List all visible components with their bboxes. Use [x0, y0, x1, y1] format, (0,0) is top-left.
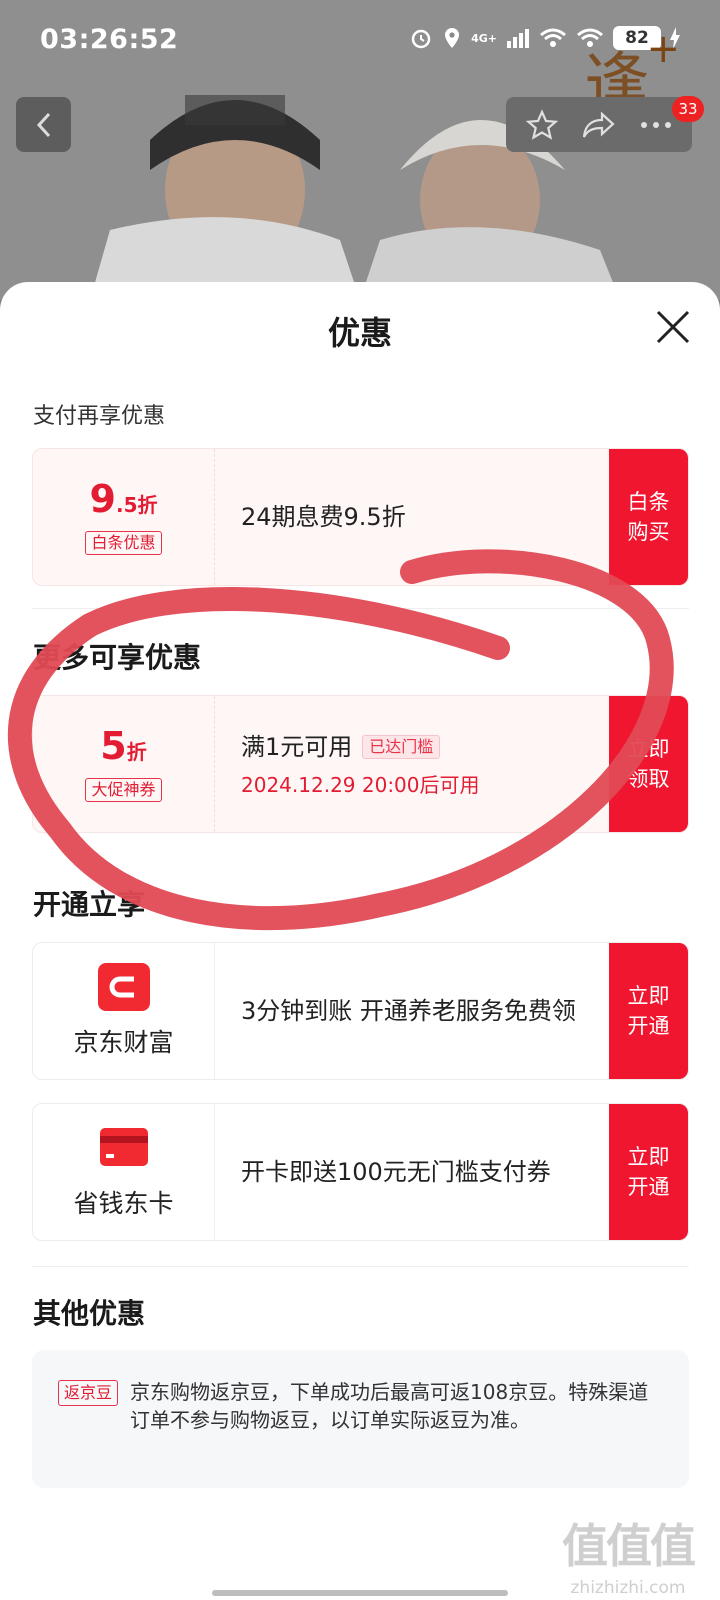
- baitiao-info: 24期息费9.5折: [215, 449, 609, 585]
- jd-wealth-card: 京东财富 3分钟到账 开通养老服务免费领 立即开通: [32, 942, 689, 1080]
- divider: [32, 608, 689, 609]
- coupon-info: 满1元可用 已达门槛 2024.12.29 20:00后可用: [215, 696, 609, 832]
- credit-card-icon: [99, 1128, 148, 1166]
- jd-wealth-brand: 京东财富: [33, 943, 215, 1079]
- signal-icon: [507, 29, 529, 48]
- coupon-discount-main: 5: [100, 724, 127, 768]
- savings-card-brand: 省钱东卡: [33, 1104, 215, 1240]
- savings-card-card: 省钱东卡 开卡即送100元无门槛支付券 立即开通: [32, 1103, 689, 1241]
- coupon-offer-card: 5折 大促神券 满1元可用 已达门槛 2024.12.29 20:00后可用 立…: [32, 695, 689, 833]
- baitiao-discount-unit: .5折: [115, 493, 158, 517]
- product-hero: 03:26:52 4G+ 82 逢 + 33: [0, 0, 720, 300]
- section-other-title: 其他优惠: [33, 1297, 146, 1330]
- baitiao-text: 24期息费9.5折: [241, 503, 406, 531]
- more-icon[interactable]: [640, 121, 672, 129]
- open-savings-card-label: 立即开通: [627, 1145, 670, 1199]
- claim-coupon-label: 立即领取: [627, 737, 670, 791]
- cart-count-badge: 33: [672, 96, 704, 122]
- sheet-title: 优惠: [327, 314, 392, 352]
- back-button[interactable]: [16, 97, 71, 152]
- decorative-plus: +: [646, 26, 680, 72]
- network-label: 4G+: [471, 31, 497, 45]
- jd-wealth-logo-icon: [97, 963, 150, 1011]
- coupon-valid-time: 2024.12.29 20:00后可用: [241, 772, 480, 797]
- jd-wealth-text: 3分钟到账 开通养老服务免费领: [241, 997, 576, 1025]
- coupon-discount-unit: 折: [126, 740, 147, 764]
- watermark-logo: 值值值: [562, 1519, 696, 1573]
- top-action-bar: [506, 97, 692, 152]
- jd-wealth-info: 3分钟到账 开通养老服务免费领: [215, 943, 609, 1079]
- chevron-left-icon: [36, 112, 50, 137]
- claim-coupon-button[interactable]: 立即领取: [609, 696, 688, 832]
- home-indicator[interactable]: [212, 1590, 508, 1596]
- jd-wealth-name: 京东财富: [73, 1028, 174, 1057]
- site-watermark: 值值值 zhizhizhi.com: [562, 1510, 696, 1598]
- coupon-condition: 满1元可用: [241, 732, 353, 761]
- baitiao-discount: 9.5折: [90, 479, 158, 525]
- watermark-url: zhizhizhi.com: [570, 1578, 686, 1598]
- open-jd-wealth-label: 立即开通: [627, 984, 670, 1038]
- coupon-discount: 5折: [100, 726, 146, 772]
- close-icon[interactable]: [652, 306, 694, 348]
- baitiao-tag: 白条优惠: [85, 531, 162, 555]
- jd-bean-rebate-text: 京东购物返京豆，下单成功后最高可返108京豆。特殊渠道订单不参与购物返豆，以订单…: [130, 1380, 649, 1432]
- discount-sheet: 优惠 支付再享优惠 9.5折 白条优惠 24期息费9.5折 白条购买 更多可享优…: [0, 282, 720, 1600]
- baitiao-discount-main: 9: [89, 477, 116, 521]
- star-icon[interactable]: [526, 108, 558, 141]
- savings-card-info: 开卡即送100元无门槛支付券: [215, 1104, 609, 1240]
- section-more-title: 更多可享优惠: [33, 641, 202, 674]
- share-icon[interactable]: [582, 110, 616, 140]
- section-open-title: 开通立享: [33, 888, 146, 921]
- status-time: 03:26:52: [40, 24, 179, 55]
- open-jd-wealth-button[interactable]: 立即开通: [609, 943, 688, 1079]
- section-payment-title: 支付再享优惠: [33, 404, 166, 429]
- coupon-condition-row: 满1元可用 已达门槛: [241, 731, 609, 763]
- baitiao-buy-label: 白条购买: [627, 490, 670, 544]
- jd-bean-rebate-info: 返京豆 京东购物返京豆，下单成功后最高可返108京豆。特殊渠道订单不参与购物返豆…: [32, 1350, 689, 1488]
- baitiao-discount-block: 9.5折 白条优惠: [33, 449, 215, 585]
- coupon-tag: 大促神券: [85, 778, 162, 802]
- savings-card-name: 省钱东卡: [73, 1189, 174, 1218]
- location-icon: [445, 28, 460, 48]
- wifi-icon: [540, 28, 566, 47]
- coupon-discount-block: 5折 大促神券: [33, 696, 215, 832]
- baitiao-offer-card: 9.5折 白条优惠 24期息费9.5折 白条购买: [32, 448, 689, 586]
- savings-card-text: 开卡即送100元无门槛支付券: [241, 1158, 551, 1186]
- alarm-icon: [411, 29, 431, 49]
- open-savings-card-button[interactable]: 立即开通: [609, 1104, 688, 1240]
- divider: [32, 1266, 689, 1267]
- baitiao-buy-button[interactable]: 白条购买: [609, 449, 688, 585]
- jd-bean-tag: 返京豆: [58, 1380, 119, 1406]
- threshold-reached-badge: 已达门槛: [362, 734, 441, 759]
